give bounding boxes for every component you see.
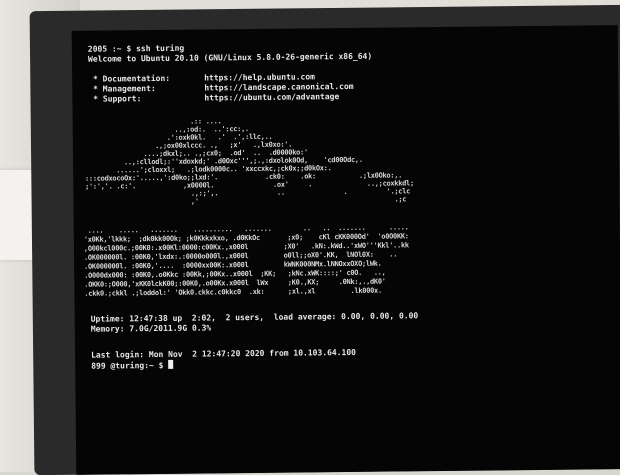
welcome-message: Welcome to Ubuntu 20.10 (GNU/Linux 5.8.0… — [87, 51, 373, 64]
ascii-art-line: .ckk0.;ckkl .;loddol:' 'Okk0.ckkc.c0kkc0… — [80, 286, 382, 298]
text-cursor — [168, 359, 174, 369]
management-label: * Management: — [88, 83, 156, 94]
doc-label: * Documentation: — [88, 73, 171, 84]
uptime-line: Uptime: 12:47:38 up 2:02, 2 users, load … — [90, 311, 419, 324]
support-label: * Support: — [88, 94, 142, 104]
support-url: https://ubuntu.com/advantage — [204, 92, 340, 103]
terminal-screen[interactable]: 2005 :~ $ ssh turing Welcome to Ubuntu 2… — [71, 25, 620, 475]
prompt-text: 899 @turing:~ $ — [91, 360, 169, 371]
command-prompt[interactable]: 899 @turing:~ $ — [91, 359, 174, 372]
last-login-line: Last login: Mon Nov 2 12:47:20 2020 from… — [91, 347, 357, 360]
memory-line: Memory: 7.0G/2011.9G 0.3% — [90, 323, 212, 334]
